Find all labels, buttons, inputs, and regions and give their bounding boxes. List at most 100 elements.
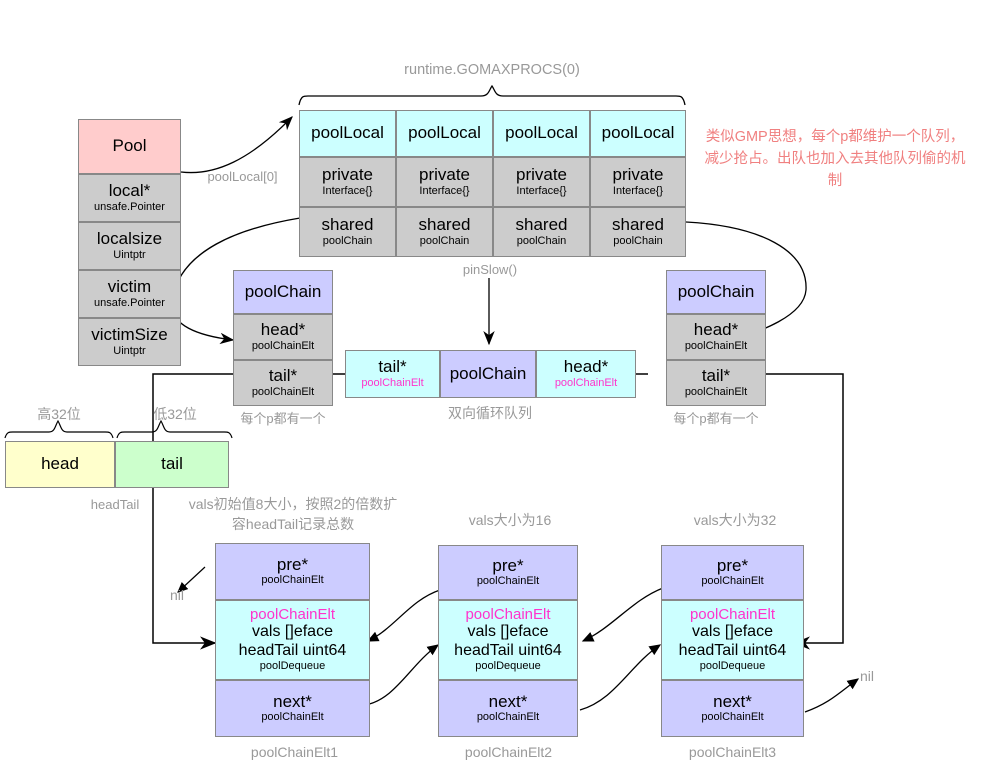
poollocal-1-shared-type: poolChain — [419, 234, 470, 247]
poollocal-0-header: poolLocal — [299, 110, 396, 157]
elt3-body: poolChainElt vals []eface headTail uint6… — [661, 600, 804, 680]
elt2-body-line1: vals []eface — [467, 623, 549, 641]
pool-field-victimsize-name: victimSize — [91, 325, 168, 345]
pool-field-localsize: localsize Uintptr — [78, 222, 181, 270]
elt3-size-note: vals大小为32 — [693, 512, 777, 528]
elt2-body-line2: headTail uint64 — [454, 641, 562, 659]
elt1-next-name: next* — [273, 691, 312, 711]
headtail-tail-label: tail — [161, 454, 183, 474]
elt3-pre: pre* poolChainElt — [661, 545, 804, 600]
poollocal-2-shared-type: poolChain — [516, 234, 567, 247]
poolchain-right-tail-name: tail* — [701, 366, 731, 386]
poollocal-2-private-name: private — [515, 165, 568, 185]
poollocal-2-private: private Interface{} — [493, 157, 590, 207]
elt2-next-name: next* — [488, 691, 528, 711]
vals-growth-note: vals初始值8大小，按照2的倍数扩容headTail记录总数 — [188, 496, 398, 533]
elt2-size-note: vals大小为16 — [468, 512, 552, 528]
pool-field-localsize-type: Uintptr — [113, 248, 146, 261]
elt2-pre-name: pre* — [492, 555, 524, 575]
poollocal-2-title: poolLocal — [505, 123, 578, 143]
poollocal-3-private-type: Interface{} — [612, 184, 664, 197]
gomaxprocs-label: runtime.GOMAXPROCS(0) — [404, 62, 580, 78]
high32-label: 高32位 — [37, 406, 81, 422]
elt3-caption: poolChainElt3 — [688, 744, 777, 760]
headtail-head-label: head — [41, 454, 79, 474]
pool-field-local: local* unsafe.Pointer — [78, 174, 181, 222]
elt1-caption: poolChainElt1 — [250, 744, 339, 760]
poollocal-0-shared-name: shared — [321, 215, 374, 235]
headtail-head-cell: head — [5, 441, 115, 488]
low32-label: 低32位 — [153, 406, 197, 422]
poolchain-right-head: head* poolChainElt — [666, 314, 766, 360]
poollocal-0-private-type: Interface{} — [322, 184, 373, 197]
gmp-annotation: 类似GMP思想，每个p都维护一个队列，减少抢占。出队也加入去其他队列偷的机制 — [704, 129, 966, 189]
pool-struct-title: Pool — [112, 136, 147, 156]
elt1-pre-type: poolChainElt — [261, 574, 324, 587]
poollocal-3-private: private Interface{} — [590, 157, 686, 207]
deque-center-cell: poolChain — [440, 350, 536, 398]
pool-field-local-name: local* — [108, 181, 151, 201]
elt1-body: poolChainElt vals []eface headTail uint6… — [215, 600, 370, 680]
deque-head-type: poolChainElt — [554, 376, 618, 389]
poollocal-0-shared-type: poolChain — [322, 234, 373, 247]
poolchain-left-tail-type: poolChainElt — [251, 385, 315, 398]
elt2-body-type: poolDequeue — [475, 660, 541, 673]
elt3-body-line2: headTail uint64 — [678, 641, 787, 659]
pinslow-label: pinSlow() — [462, 262, 518, 277]
elt3-pre-type: poolChainElt — [701, 575, 764, 588]
poollocal-1-shared: shared poolChain — [396, 207, 493, 257]
elt1-pre-name: pre* — [276, 554, 309, 574]
poolchain-right-title: poolChain — [677, 281, 755, 301]
deque-head-cell: head* poolChainElt — [536, 350, 636, 398]
elt1-body-line1: vals []eface — [252, 623, 333, 641]
poolchain-left-head-name: head* — [260, 320, 306, 340]
elt3-body-type: poolDequeue — [699, 660, 766, 673]
poollocal-2-shared: shared poolChain — [493, 207, 590, 257]
poollocal-3-title: poolLocal — [601, 123, 675, 143]
elt3-next-name: next* — [713, 691, 752, 711]
pool-field-victim: victim unsafe.Pointer — [78, 270, 181, 318]
nil-left-label: nil — [169, 587, 184, 603]
poolchain-right-caption: 每个p都有一个 — [673, 411, 759, 426]
poollocal-2-shared-name: shared — [515, 215, 568, 235]
poollocal-3-shared: shared poolChain — [590, 207, 686, 257]
poollocal-0-private-name: private — [321, 165, 374, 185]
poollocal-index-label: poolLocal[0] — [207, 169, 278, 184]
elt1-body-type: poolDequeue — [259, 660, 326, 673]
poollocal-1-private: private Interface{} — [396, 157, 493, 207]
elt3-next: next* poolChainElt — [661, 680, 804, 737]
pool-field-localsize-name: localsize — [96, 229, 163, 249]
elt2-body-title: poolChainElt — [465, 605, 551, 623]
elt2-caption: poolChainElt2 — [464, 744, 553, 760]
deque-tail-type: poolChainElt — [361, 376, 424, 389]
deque-center-title: poolChain — [449, 363, 527, 383]
deque-caption: 双向循环队列 — [448, 405, 532, 421]
poollocal-3-shared-name: shared — [612, 215, 664, 235]
elt3-body-line1: vals []eface — [692, 623, 773, 641]
elt2-next: next* poolChainElt — [438, 680, 578, 737]
diagram-canvas: Pool local* unsafe.Pointer localsize Uin… — [0, 0, 981, 768]
headtail-tail-cell: tail — [115, 441, 229, 488]
poollocal-1-header: poolLocal — [396, 110, 493, 157]
poollocal-1-title: poolLocal — [408, 123, 481, 143]
elt1-next: next* poolChainElt — [215, 680, 370, 737]
elt1-next-type: poolChainElt — [261, 711, 324, 724]
poollocal-0-shared: shared poolChain — [299, 207, 396, 257]
poolchain-right-tail-type: poolChainElt — [684, 385, 748, 398]
pool-field-victimsize: victimSize Uintptr — [78, 318, 181, 366]
poollocal-2-header: poolLocal — [493, 110, 590, 157]
elt1-body-title: poolChainElt — [249, 605, 336, 623]
poolchain-left-caption: 每个p都有一个 — [240, 411, 326, 426]
poollocal-1-shared-name: shared — [418, 215, 471, 235]
poolchain-right-head-name: head* — [693, 320, 739, 340]
poollocal-1-private-type: Interface{} — [419, 184, 470, 197]
poolchain-left-title: poolChain — [244, 281, 322, 301]
elt2-body: poolChainElt vals []eface headTail uint6… — [438, 600, 578, 680]
elt1-body-line2: headTail uint64 — [238, 641, 347, 659]
deque-tail-cell: tail* poolChainElt — [345, 350, 440, 398]
pool-field-victim-type: unsafe.Pointer — [94, 296, 165, 309]
pool-field-local-type: unsafe.Pointer — [94, 200, 165, 213]
elt2-next-type: poolChainElt — [476, 711, 540, 724]
poollocal-1-private-name: private — [418, 165, 471, 185]
deque-head-name: head* — [563, 357, 609, 377]
